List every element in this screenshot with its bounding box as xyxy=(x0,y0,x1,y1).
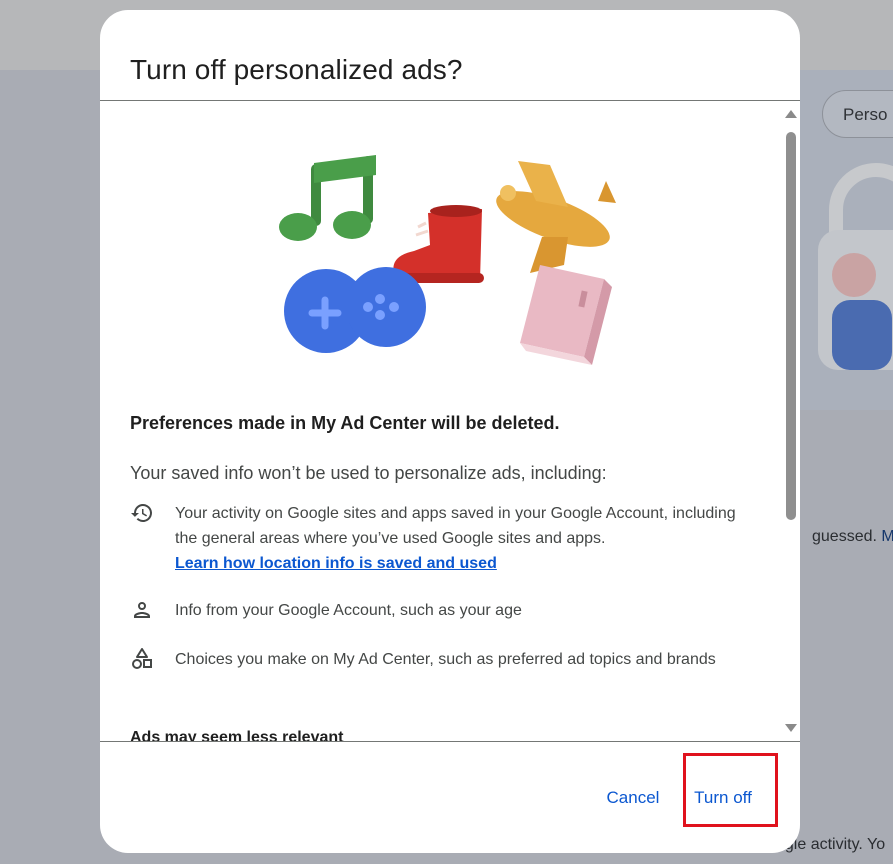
scroll-down-arrow-icon[interactable] xyxy=(785,724,797,732)
scrollbar-thumb[interactable] xyxy=(786,132,796,520)
background-personalization-chip: Perso xyxy=(822,90,893,138)
cancel-button[interactable]: Cancel xyxy=(594,782,672,814)
deletion-warning-heading: Preferences made in My Ad Center will be… xyxy=(130,413,560,433)
dialog-scrollbar[interactable] xyxy=(782,106,798,736)
game-controller-icon xyxy=(284,267,426,353)
book-icon xyxy=(520,265,612,365)
saved-info-intro: Your saved info won’t be used to persona… xyxy=(130,463,607,483)
location-info-link[interactable]: Learn how location info is saved and use… xyxy=(175,551,755,576)
dialog-actions-divider xyxy=(100,741,800,742)
less-relevant-heading: Ads may seem less relevant xyxy=(130,729,344,741)
ad-center-choices-item-text: Choices you make on My Ad Center, such a… xyxy=(175,651,716,668)
background-guessed-text: guessed. Ma xyxy=(812,528,893,545)
boot-icon xyxy=(390,205,484,283)
shapes-icon xyxy=(132,648,152,669)
activity-item-text: Your activity on Google sites and apps s… xyxy=(175,505,736,547)
airplane-icon xyxy=(496,161,616,273)
turn-off-button[interactable]: Turn off xyxy=(682,782,764,814)
dialog-scroll-content[interactable]: Preferences made in My Ad Center will be… xyxy=(100,101,800,741)
background-lock-illustration xyxy=(818,163,893,370)
music-note-icon xyxy=(279,155,376,241)
account-info-item-text: Info from your Google Account, such as y… xyxy=(175,602,522,619)
history-icon xyxy=(131,504,152,522)
person-icon xyxy=(134,602,150,618)
ad-topics-illustration xyxy=(279,155,616,365)
scroll-up-arrow-icon[interactable] xyxy=(785,110,797,118)
dialog-title: Turn off personalized ads? xyxy=(130,54,463,85)
turn-off-personalized-ads-dialog: Turn off personalized ads? Preferences m… xyxy=(100,10,800,853)
